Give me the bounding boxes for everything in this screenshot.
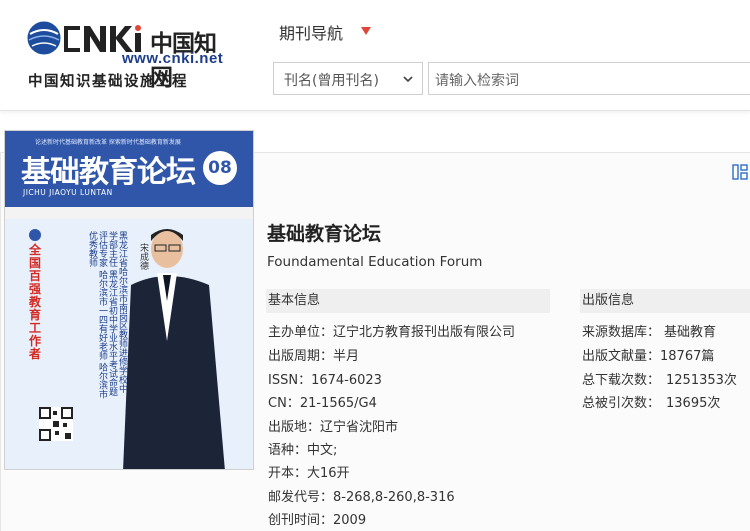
basic-info-row-language: 语种：中文; bbox=[268, 443, 338, 458]
cover-subtitle: 黑龙江省哈尔滨市南岗区教师进修学校中学部主任 黑龙江省初中学业水平考试命题评估专… bbox=[87, 231, 127, 399]
site-header: 中国知网 www.cnki.net 中国知识基础设施工程 期刊导航 刊名(曾用刊… bbox=[0, 0, 750, 111]
cover-top-text: 论述新时代基础教育新改革 探索新时代基础教育新发展 bbox=[35, 139, 181, 146]
cover-info-strip bbox=[5, 207, 253, 219]
logo-url: www.cnki.net bbox=[122, 50, 224, 67]
cover-badge-icon bbox=[29, 229, 41, 241]
pub-info-row-citations: 总被引次数： 13695次 bbox=[582, 396, 721, 411]
cover-headline: 全国百强教育工作者 bbox=[29, 243, 42, 361]
chevron-down-icon bbox=[403, 76, 413, 83]
pub-info-row-database: 来源数据库： 基础教育 bbox=[582, 325, 717, 340]
logo-tagline: 中国知识基础设施工程 bbox=[28, 74, 188, 90]
basic-info-row-place: 出版地：辽宁省沈阳市 bbox=[268, 420, 399, 435]
triangle-down-icon[interactable] bbox=[361, 27, 371, 35]
basic-info-row-frequency: 出版周期：半月 bbox=[268, 349, 360, 364]
basic-info-row-sponsor: 主办单位：辽宁北方教育报刊出版有限公司 bbox=[268, 325, 516, 340]
basic-info-row-format: 开本：大16开 bbox=[268, 466, 350, 481]
grid-layout-icon[interactable] bbox=[732, 164, 748, 180]
basic-info-row-postal-code: 邮发代号：8-268,8-260,8-316 bbox=[268, 490, 455, 505]
publication-info-heading: 出版信息 bbox=[580, 289, 750, 313]
basic-info-row-issn: ISSN：1674-6023 bbox=[268, 373, 382, 388]
journal-navigation-menu[interactable]: 期刊导航 bbox=[279, 20, 343, 44]
basic-info-row-cn: CN：21-1565/G4 bbox=[268, 396, 377, 411]
cover-title: 基础教育论坛 bbox=[21, 155, 196, 190]
pub-info-row-articles: 出版文献量：18767篇 bbox=[582, 349, 715, 364]
cover-qr-code bbox=[39, 407, 73, 441]
search-field-value: 刊名(曾用刊名) bbox=[284, 73, 379, 89]
cover-portrait-image bbox=[123, 229, 225, 469]
journal-cover-image[interactable]: 论述新时代基础教育新改革 探索新时代基础教育新发展 基础教育论坛 JICHU J… bbox=[4, 130, 254, 470]
search-input-placeholder: 请输入检索词 bbox=[435, 73, 519, 89]
basic-info-heading: 基本信息 bbox=[266, 289, 550, 313]
journal-english-title: Foundamental Education Forum bbox=[267, 254, 483, 270]
basic-info-row-founded: 创刊时间：2009 bbox=[268, 513, 367, 528]
qr-code-icon bbox=[39, 407, 73, 441]
pub-info-row-downloads: 总下载次数： 1251353次 bbox=[582, 373, 737, 388]
journal-title: 基础教育论坛 bbox=[267, 223, 382, 245]
search-input[interactable]: 请输入检索词 bbox=[428, 62, 750, 95]
cover-issue-number: 08 bbox=[203, 151, 237, 185]
cover-pinyin: JICHU JIAOYU LUNTAN bbox=[23, 188, 113, 197]
search-field-select[interactable]: 刊名(曾用刊名) bbox=[273, 62, 423, 95]
cnki-logo[interactable]: 中国知网 www.cnki.net 中国知识基础设施工程 bbox=[24, 14, 224, 94]
